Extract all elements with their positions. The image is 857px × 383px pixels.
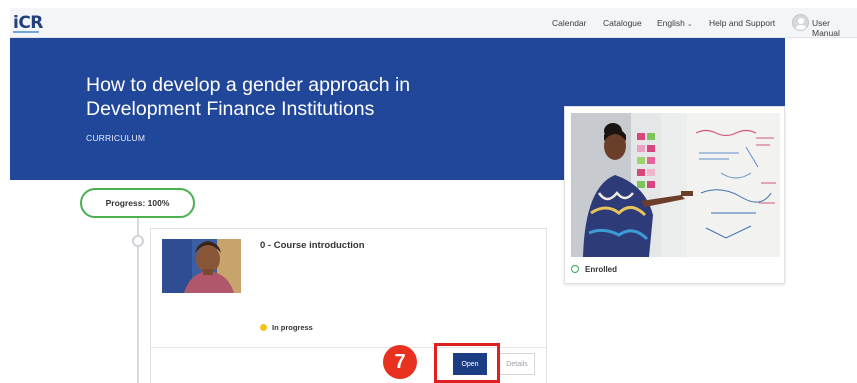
- nav-help-and-support[interactable]: Help and Support: [709, 18, 775, 28]
- nav-calendar[interactable]: Calendar: [552, 18, 587, 28]
- course-title[interactable]: 0 - Course introduction: [260, 240, 365, 251]
- course-status-label: In progress: [272, 323, 313, 332]
- page-subtitle: CURRICULUM: [86, 133, 146, 143]
- woman-portrait-photo[interactable]: [162, 239, 241, 293]
- in-progress-dot-icon: [260, 324, 267, 331]
- logo-underline: [13, 31, 39, 33]
- nav-catalogue[interactable]: Catalogue: [603, 18, 642, 28]
- timeline-node: [132, 235, 144, 247]
- nav-user-manual[interactable]: User Manual: [812, 18, 857, 38]
- progress-label: Progress: 100%: [105, 198, 170, 208]
- presenter-photo-svg: [571, 113, 780, 257]
- chevron-down-icon: ⌄: [686, 21, 693, 28]
- enrollment-card: Enrolled: [564, 106, 785, 284]
- nav-language-label: English: [657, 18, 685, 28]
- top-navigation-bar: iCR Calendar Catalogue English ⌄ Help and…: [10, 8, 857, 38]
- enrollment-status-label: Enrolled: [585, 264, 618, 274]
- avatar[interactable]: [792, 14, 809, 31]
- details-button[interactable]: Details: [499, 353, 535, 375]
- status-circle-icon: [571, 265, 579, 273]
- course-thumbnail-svg: [162, 239, 241, 293]
- enrollment-status: Enrolled: [571, 262, 617, 276]
- annotation-step-badge: 7: [383, 345, 417, 379]
- presenter-whiteboard-photo: [571, 113, 780, 257]
- progress-badge: Progress: 100%: [80, 188, 195, 218]
- annotation-highlight-box: [434, 343, 500, 383]
- page-title: How to develop a gender approach in Deve…: [86, 74, 411, 120]
- logo[interactable]: iCR: [13, 13, 43, 33]
- course-status: In progress: [260, 323, 313, 332]
- nav-language[interactable]: English ⌄: [657, 18, 693, 28]
